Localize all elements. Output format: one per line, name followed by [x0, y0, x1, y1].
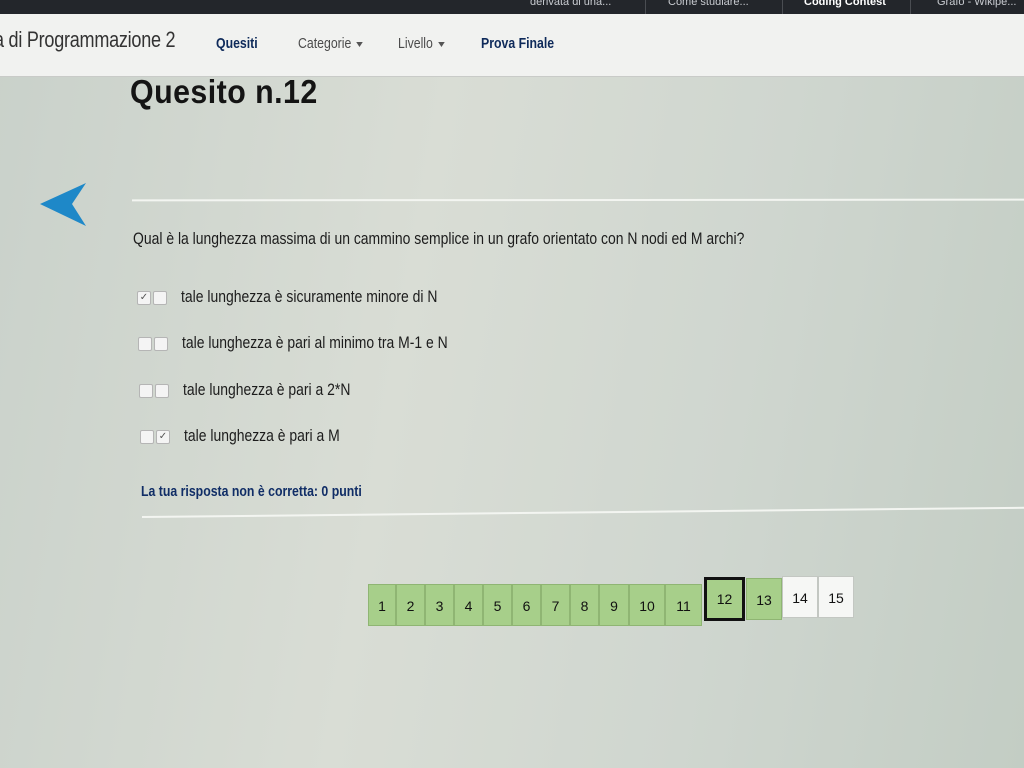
browser-tab[interactable]: Coding Contest: [804, 0, 886, 8]
nav-categorie-label: Categorie: [298, 35, 352, 52]
browser-tab[interactable]: derivata di una...: [530, 0, 611, 8]
nav-quesiti[interactable]: Quesiti: [216, 35, 258, 52]
page-button-14[interactable]: 14: [782, 576, 818, 618]
correct-checkbox: [153, 291, 167, 305]
tab-separator: [782, 0, 783, 14]
site-brand[interactable]: a di Programmazione 2: [0, 27, 176, 53]
browser-tab[interactable]: Grafo - Wikipe...: [937, 0, 1016, 8]
answer-checkbox[interactable]: ✓: [137, 291, 151, 305]
page-button-2[interactable]: 2: [396, 584, 425, 626]
question-text: Qual è la lunghezza massima di un cammin…: [133, 229, 745, 248]
browser-tab-strip: derivata di una... Come studiare... Codi…: [0, 0, 1024, 14]
answer-label: tale lunghezza è pari a 2*N: [183, 380, 351, 399]
divider: [131, 198, 1024, 202]
answer-checkbox[interactable]: [140, 430, 154, 444]
question-pagination: 1 2 3 4 5 6 7 8 9 10 11 12 13 14 15: [368, 576, 858, 630]
page-button-15[interactable]: 15: [818, 576, 854, 618]
site-navbar: a di Programmazione 2 Quesiti Categorie …: [0, 14, 1024, 77]
tab-separator: [910, 0, 911, 14]
answer-checkbox[interactable]: [138, 337, 152, 351]
divider: [141, 506, 1024, 518]
page-button-4[interactable]: 4: [454, 584, 483, 626]
page-button-1[interactable]: 1: [368, 584, 396, 626]
answer-label: tale lunghezza è pari al minimo tra M-1 …: [182, 333, 448, 352]
page-button-5[interactable]: 5: [483, 584, 512, 626]
nav-prova-finale[interactable]: Prova Finale: [481, 35, 554, 52]
answer-option[interactable]: ✓ tale lunghezza è sicuramente minore di…: [137, 287, 537, 309]
browser-tab[interactable]: Come studiare...: [668, 0, 749, 8]
page-button-6[interactable]: 6: [512, 584, 541, 626]
nav-livello[interactable]: Livello: [398, 35, 445, 52]
page-button-8[interactable]: 8: [570, 584, 599, 626]
question-title: Quesito n.12: [130, 73, 318, 110]
answer-label: tale lunghezza è sicuramente minore di N: [181, 287, 438, 306]
answer-option[interactable]: ✓ tale lunghezza è pari a M: [140, 426, 540, 448]
chevron-down-icon: [356, 41, 363, 47]
correct-checkbox: [155, 384, 169, 398]
correct-checkbox: ✓: [156, 430, 170, 444]
chevron-down-icon: [437, 41, 445, 47]
page-button-12-current[interactable]: 12: [704, 577, 745, 621]
page-button-3[interactable]: 3: [425, 584, 454, 626]
nav-categorie[interactable]: Categorie: [298, 35, 363, 52]
page-button-7[interactable]: 7: [541, 584, 570, 626]
page-button-11[interactable]: 11: [665, 584, 702, 626]
page-button-10[interactable]: 10: [629, 584, 665, 626]
answer-option[interactable]: tale lunghezza è pari al minimo tra M-1 …: [138, 333, 538, 355]
page-button-9[interactable]: 9: [599, 584, 629, 626]
page-button-13[interactable]: 13: [746, 578, 782, 620]
answer-option[interactable]: tale lunghezza è pari a 2*N: [139, 380, 539, 402]
nav-livello-label: Livello: [398, 35, 433, 52]
result-feedback: La tua risposta non è corretta: 0 punti: [141, 483, 362, 500]
back-arrow-icon[interactable]: [38, 180, 90, 237]
answer-checkbox[interactable]: [139, 384, 153, 398]
correct-checkbox: [154, 337, 168, 351]
tab-separator: [645, 0, 646, 14]
answer-label: tale lunghezza è pari a M: [184, 426, 340, 445]
